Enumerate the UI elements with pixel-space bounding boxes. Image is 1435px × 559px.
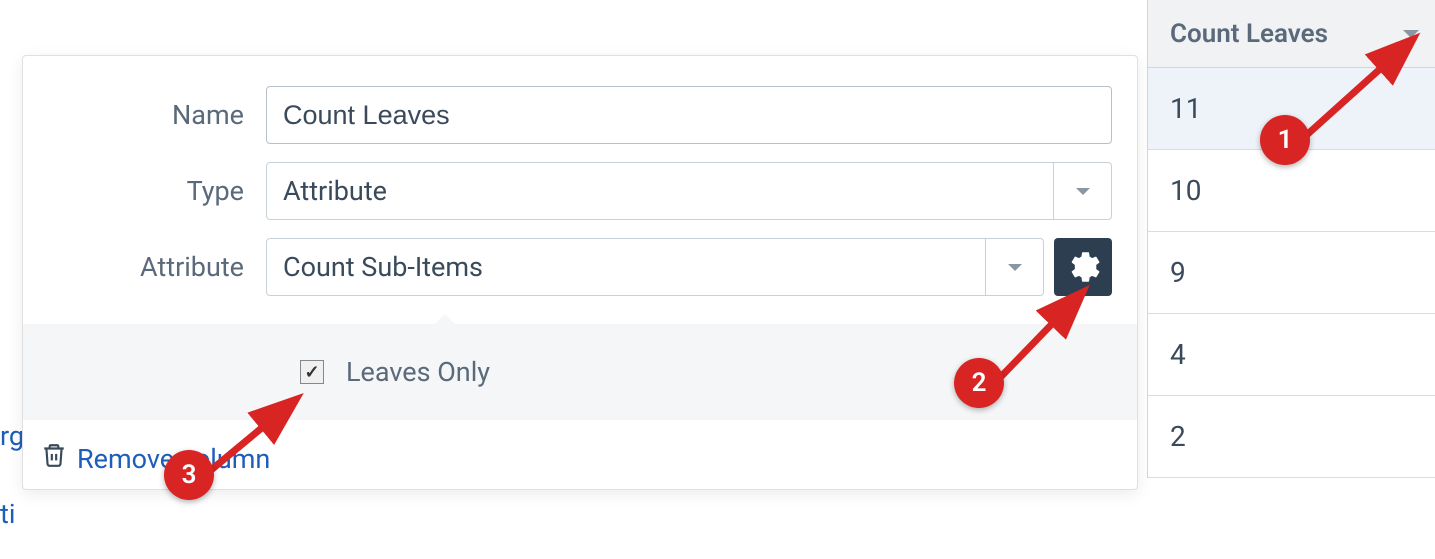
form-section: Name Type Attribute Attribute Count Sub- <box>23 56 1137 324</box>
annotation-badge-2: 2 <box>954 358 1004 408</box>
annotation-badge-1: 1 <box>1260 115 1310 165</box>
column-cell[interactable]: 4 <box>1148 314 1435 396</box>
gear-icon <box>1066 250 1100 284</box>
name-row: Name <box>48 86 1112 144</box>
background-text-fragment: ti <box>0 498 15 530</box>
attribute-label: Attribute <box>48 251 266 283</box>
attribute-select-caret[interactable] <box>986 238 1044 296</box>
type-select[interactable]: Attribute <box>266 162 1112 220</box>
leaves-only-row: ✓ Leaves Only <box>48 356 1112 388</box>
type-select-value: Attribute <box>266 162 1054 220</box>
background-text-fragment: rg <box>0 420 24 452</box>
trash-icon <box>41 442 67 475</box>
column-settings-popup: Name Type Attribute Attribute Count Sub- <box>22 55 1138 490</box>
type-select-caret[interactable] <box>1054 162 1112 220</box>
attribute-row: Attribute Count Sub-Items <box>48 238 1112 296</box>
name-label: Name <box>48 99 266 131</box>
column-cell[interactable]: 9 <box>1148 232 1435 314</box>
chevron-down-icon <box>1403 30 1419 38</box>
column-header-label: Count Leaves <box>1170 19 1328 49</box>
type-label: Type <box>48 175 266 207</box>
type-row: Type Attribute <box>48 162 1112 220</box>
leaves-only-label: Leaves Only <box>346 356 490 388</box>
attribute-select[interactable]: Count Sub-Items <box>266 238 1044 296</box>
leaves-only-checkbox[interactable]: ✓ <box>300 360 324 384</box>
annotation-badge-3: 3 <box>164 450 214 500</box>
data-column: Count Leaves 11 10 9 4 2 <box>1147 0 1435 478</box>
attribute-select-value: Count Sub-Items <box>266 238 986 296</box>
chevron-down-icon <box>1008 264 1022 271</box>
chevron-down-icon <box>1076 188 1090 195</box>
attribute-settings-button[interactable] <box>1054 238 1112 296</box>
column-cell[interactable]: 2 <box>1148 396 1435 478</box>
name-input[interactable] <box>266 86 1112 144</box>
column-header[interactable]: Count Leaves <box>1148 0 1435 68</box>
